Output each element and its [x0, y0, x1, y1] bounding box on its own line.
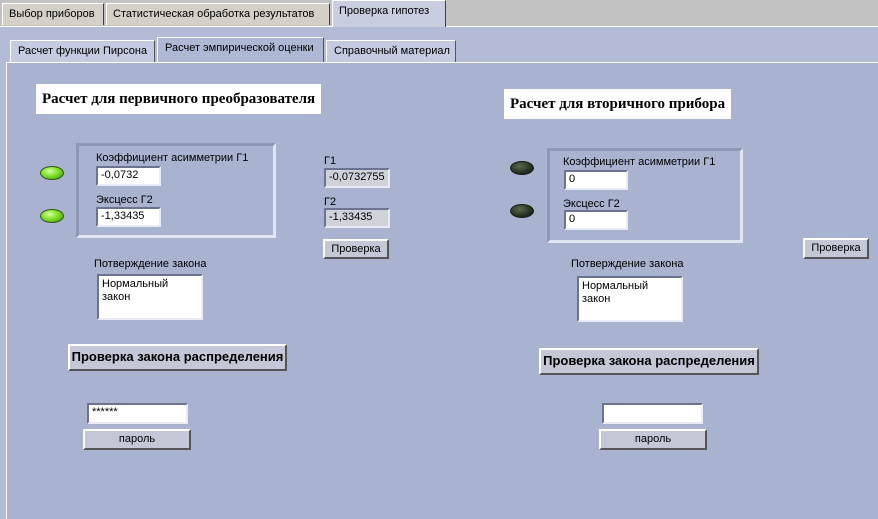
g2-label: Г2 [324, 196, 337, 208]
asymmetry-label: Коэффициент асимметрии Г1 [563, 156, 716, 168]
asymmetry-led [510, 161, 534, 175]
excess-label: Эксцесс Г2 [563, 198, 620, 210]
primary-converter-title: Расчет для первичного преобразователя [36, 84, 322, 114]
check-button[interactable]: Проверка [323, 239, 389, 259]
asymmetry-led [40, 166, 64, 180]
check-button[interactable]: Проверка [803, 238, 869, 259]
confirmation-field: Нормальный закон [577, 276, 683, 322]
g1-label: Г1 [324, 155, 337, 167]
excess-field[interactable]: 0 [564, 210, 628, 230]
excess-field[interactable]: -1,33435 [96, 207, 161, 227]
tab-label: Выбор приборов [9, 8, 95, 20]
excess-label: Эксцесс Г2 [96, 194, 153, 206]
tab-reference-material[interactable]: Справочный материал [326, 40, 456, 62]
excess-led [510, 204, 534, 218]
password-button[interactable]: пароль [599, 429, 707, 450]
check-distribution-law-button[interactable]: Проверка закона распределения [68, 344, 287, 371]
tab-device-selection[interactable]: Выбор приборов [2, 3, 104, 25]
tab-empirical-estimate[interactable]: Расчет эмпирической оценки [157, 37, 324, 63]
password-field[interactable]: ****** [87, 403, 188, 424]
tab-pearson-function[interactable]: Расчет функции Пирсона [10, 40, 155, 62]
tab-hypothesis-testing[interactable]: Проверка гипотез [332, 0, 446, 27]
g1-indicator: -0,0732755 [324, 168, 390, 188]
tab-label: Проверка гипотез [339, 5, 430, 17]
tab-label: Расчет функции Пирсона [18, 45, 148, 57]
password-button[interactable]: пароль [83, 429, 191, 450]
check-distribution-law-button[interactable]: Проверка закона распределения [539, 348, 759, 375]
confirmation-field: Нормальный закон [97, 274, 203, 320]
password-field[interactable] [602, 403, 703, 424]
confirmation-label: Потверждение закона [571, 258, 684, 270]
tab-statistical-processing[interactable]: Статистическая обработка результатов [106, 3, 330, 25]
excess-led [40, 209, 64, 223]
asymmetry-field[interactable]: 0 [564, 170, 628, 190]
asymmetry-field[interactable]: -0,0732 [96, 166, 161, 186]
tab-label: Справочный материал [334, 45, 450, 57]
tab-label: Расчет эмпирической оценки [165, 42, 314, 54]
confirmation-label: Потверждение закона [94, 258, 207, 270]
tab-label: Статистическая обработка результатов [113, 8, 315, 20]
asymmetry-label: Коэффициент асимметрии Г1 [96, 152, 249, 164]
secondary-device-title: Расчет для вторичного прибора [504, 89, 732, 119]
g2-indicator: -1,33435 [324, 208, 390, 228]
